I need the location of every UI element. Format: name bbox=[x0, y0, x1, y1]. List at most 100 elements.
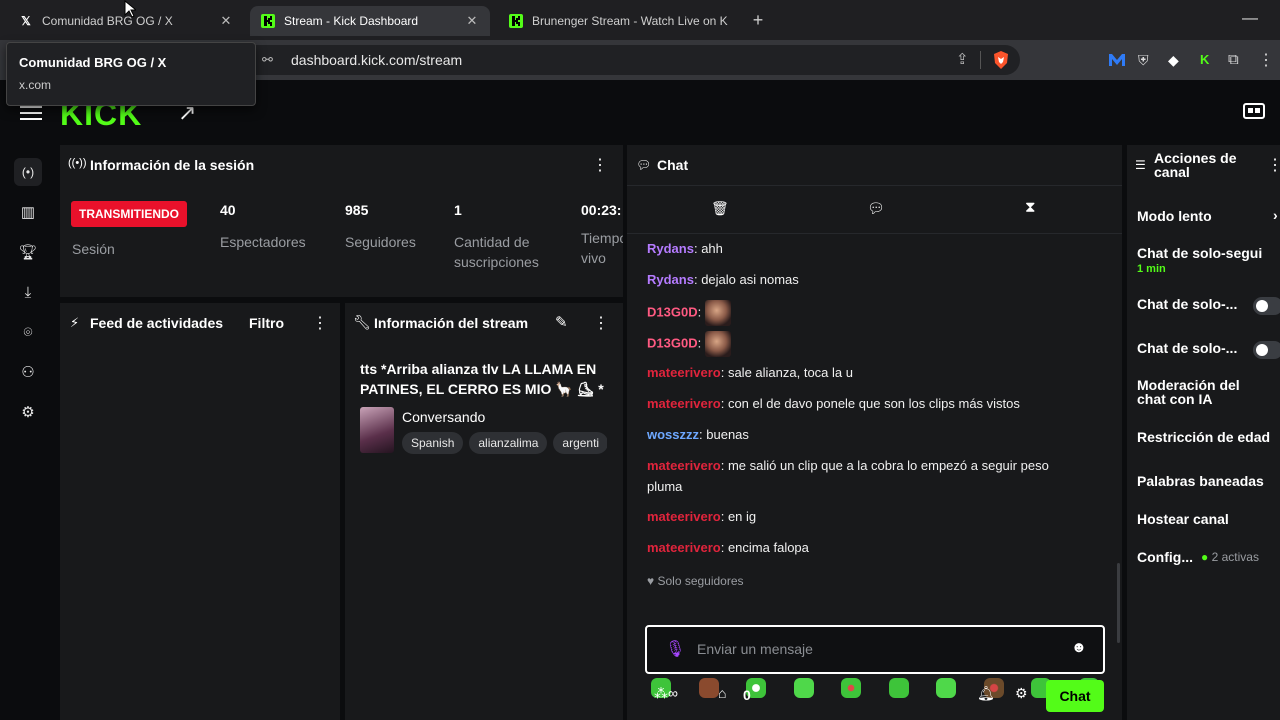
tab-hover-tooltip: Comunidad BRG OG / X x.com bbox=[6, 42, 256, 106]
chat-username[interactable]: mateerivero bbox=[647, 540, 721, 555]
sidebar-analytics-icon[interactable]: ▥ bbox=[14, 198, 42, 226]
address-bar[interactable]: ⚯ dashboard.kick.com/stream ⇪ bbox=[240, 45, 1020, 75]
emote-button[interactable] bbox=[699, 678, 719, 698]
chat-message: Rydans: ahh bbox=[647, 241, 723, 256]
tab-kick-dashboard[interactable]: Stream - Kick Dashboard ✕ bbox=[250, 6, 490, 36]
send-chat-button[interactable]: Chat bbox=[1046, 680, 1104, 712]
subscribers-only-toggle[interactable] bbox=[1253, 297, 1280, 315]
chat-text: dejalo asi nomas bbox=[701, 272, 799, 287]
emote-button[interactable] bbox=[936, 678, 956, 698]
chat-settings-gear-icon[interactable]: ⚙ bbox=[1015, 685, 1028, 702]
action-age-restriction[interactable]: Restricción de edad bbox=[1137, 429, 1280, 445]
action-followers-only-chat[interactable]: Chat de solo-segui bbox=[1137, 245, 1274, 261]
tab-title: Stream - Kick Dashboard bbox=[284, 14, 419, 28]
close-icon[interactable]: ✕ bbox=[464, 13, 480, 29]
hourglass-icon[interactable]: ⧗ bbox=[1025, 199, 1036, 216]
chat-scrollbar[interactable] bbox=[1117, 563, 1120, 643]
sidebar-moderation-icon[interactable]: ⌾ bbox=[14, 318, 42, 346]
chat-username[interactable]: mateerivero bbox=[647, 458, 721, 473]
dashboard-toggle-icon[interactable] bbox=[1243, 101, 1265, 121]
chat-message-input[interactable]: Enviar un mensaje bbox=[697, 641, 813, 657]
category-name[interactable]: Conversando bbox=[402, 409, 485, 425]
chat-message: mateerivero: me salió un clip que a la c… bbox=[647, 458, 1049, 494]
action-subscribers-only-chat[interactable]: Chat de solo-... bbox=[1137, 296, 1237, 312]
sidebar-community-icon[interactable]: ⚇ bbox=[14, 358, 42, 386]
chat-message: wosszzz: buenas bbox=[647, 427, 749, 442]
new-tab-plus-icon[interactable]: + bbox=[748, 10, 768, 30]
viewers-label: Espectadores bbox=[220, 234, 306, 250]
site-settings-icon[interactable]: ⚯ bbox=[262, 52, 273, 68]
chat-username[interactable]: mateerivero bbox=[647, 396, 721, 411]
panel-title: Información del stream bbox=[374, 315, 529, 331]
share-icon[interactable]: ⇪ bbox=[956, 50, 969, 68]
hamburger-menu-icon[interactable] bbox=[20, 106, 42, 122]
browser-menu-icon[interactable]: ⋮ bbox=[1258, 50, 1276, 70]
channel-actions-icon: ☰ bbox=[1135, 158, 1146, 172]
action-config[interactable]: Config... bbox=[1137, 549, 1193, 565]
emote-button[interactable] bbox=[841, 678, 861, 698]
action-label: Config... bbox=[1137, 549, 1193, 565]
chat-dots-icon[interactable]: 💬︎ bbox=[867, 200, 885, 217]
live-time-clip: 00:23: Tiempo en vivo bbox=[581, 202, 623, 272]
chat-username[interactable]: D13G0D bbox=[647, 304, 698, 319]
more-options-icon[interactable]: ⋮ bbox=[593, 313, 609, 333]
notifications-bell-icon[interactable]: 🔔︎ bbox=[977, 685, 995, 702]
action-emote-only-chat[interactable]: Chat de solo-... bbox=[1137, 340, 1237, 356]
chat-input-box[interactable]: 🎙︎ Enviar un mensaje ☻ bbox=[645, 625, 1105, 674]
extensions-puzzle-icon[interactable]: ⧉ bbox=[1228, 51, 1246, 69]
extension-diamond-icon[interactable]: ◆ bbox=[1168, 52, 1184, 68]
sidebar-trophy-icon[interactable]: 🏆︎ bbox=[14, 238, 42, 266]
action-label: Palabras baneadas bbox=[1137, 473, 1264, 489]
microphone-icon[interactable]: 🎙︎ bbox=[665, 639, 685, 659]
more-options-icon[interactable]: ⋮ bbox=[592, 155, 608, 175]
stream-title: tts *Arriba alianza tlv LA LLAMA EN PATI… bbox=[360, 361, 604, 397]
chat-username[interactable]: wosszzz bbox=[647, 427, 699, 442]
trash-icon[interactable]: 🗑︎ bbox=[711, 200, 729, 217]
more-options-icon[interactable]: ⋮ bbox=[1267, 155, 1280, 175]
sidebar-upload-icon[interactable]: ⤓ bbox=[14, 278, 42, 306]
chat-username[interactable]: Rydans bbox=[647, 241, 694, 256]
extension-m-icon[interactable] bbox=[1108, 52, 1126, 68]
sidebar-settings-gear-icon[interactable]: ⚙ bbox=[14, 398, 42, 426]
emoji-picker-icon[interactable]: ☻ bbox=[1071, 639, 1087, 656]
action-host-channel[interactable]: Hostear canal bbox=[1137, 511, 1229, 527]
action-banned-words[interactable]: Palabras baneadas bbox=[1137, 473, 1280, 489]
close-icon[interactable]: ✕ bbox=[218, 13, 234, 29]
more-options-icon[interactable]: ⋮ bbox=[312, 313, 328, 333]
action-slow-mode[interactable]: Modo lento › bbox=[1137, 207, 1278, 224]
emote-button[interactable] bbox=[794, 678, 814, 698]
wrench-icon: 🔧︎ bbox=[353, 314, 371, 330]
emote-only-toggle[interactable] bbox=[1253, 341, 1280, 359]
tag-chip[interactable]: alianzalima bbox=[469, 432, 548, 454]
chat-text: encima falopa bbox=[727, 540, 809, 555]
action-ai-moderation[interactable]: Moderación del chat con IA bbox=[1137, 378, 1257, 406]
extension-kick-icon[interactable]: K bbox=[1200, 52, 1214, 68]
chat-username[interactable]: mateerivero bbox=[647, 509, 721, 524]
filter-button[interactable]: Filtro bbox=[249, 315, 284, 331]
followers-label: Seguidores bbox=[345, 234, 416, 250]
chat-message: mateerivero: en ig bbox=[647, 509, 757, 524]
action-label: Moderación del chat con IA bbox=[1137, 377, 1240, 407]
brave-shield-icon[interactable] bbox=[992, 50, 1010, 70]
channel-points-icon[interactable]: ⁂∞ bbox=[654, 685, 678, 702]
category-thumbnail[interactable] bbox=[360, 407, 394, 453]
sidebar-stream-icon[interactable]: (•) bbox=[14, 158, 42, 186]
emote-button[interactable] bbox=[889, 678, 909, 698]
tag-chip[interactable]: Spanish bbox=[402, 432, 464, 454]
action-sublabel: 2 activas bbox=[1211, 550, 1259, 564]
chat-username[interactable]: Rydans bbox=[647, 272, 694, 287]
action-label: Restricción de edad bbox=[1137, 429, 1271, 445]
tooltip-domain: x.com bbox=[19, 78, 52, 92]
kick-logo-icon bbox=[508, 13, 524, 29]
chat-message: mateerivero: con el de davo ponele que s… bbox=[647, 396, 1020, 411]
minimize-window-icon[interactable]: — bbox=[1240, 10, 1260, 30]
extension-shield-icon[interactable]: ⛨ bbox=[1138, 52, 1154, 68]
chat-message: Rydans: dejalo asi nomas bbox=[647, 272, 799, 287]
store-icon[interactable]: ⌂ bbox=[718, 685, 726, 701]
tag-chip[interactable]: argenti bbox=[553, 432, 607, 454]
tab-brunenger-stream[interactable]: Brunenger Stream - Watch Live on Ki bbox=[498, 6, 738, 36]
chat-username[interactable]: mateerivero bbox=[647, 365, 721, 380]
edit-pencil-icon[interactable]: ✎ bbox=[555, 313, 568, 331]
live-time-label: Tiempo en vivo bbox=[581, 230, 623, 266]
chat-username[interactable]: D13G0D bbox=[647, 335, 698, 350]
